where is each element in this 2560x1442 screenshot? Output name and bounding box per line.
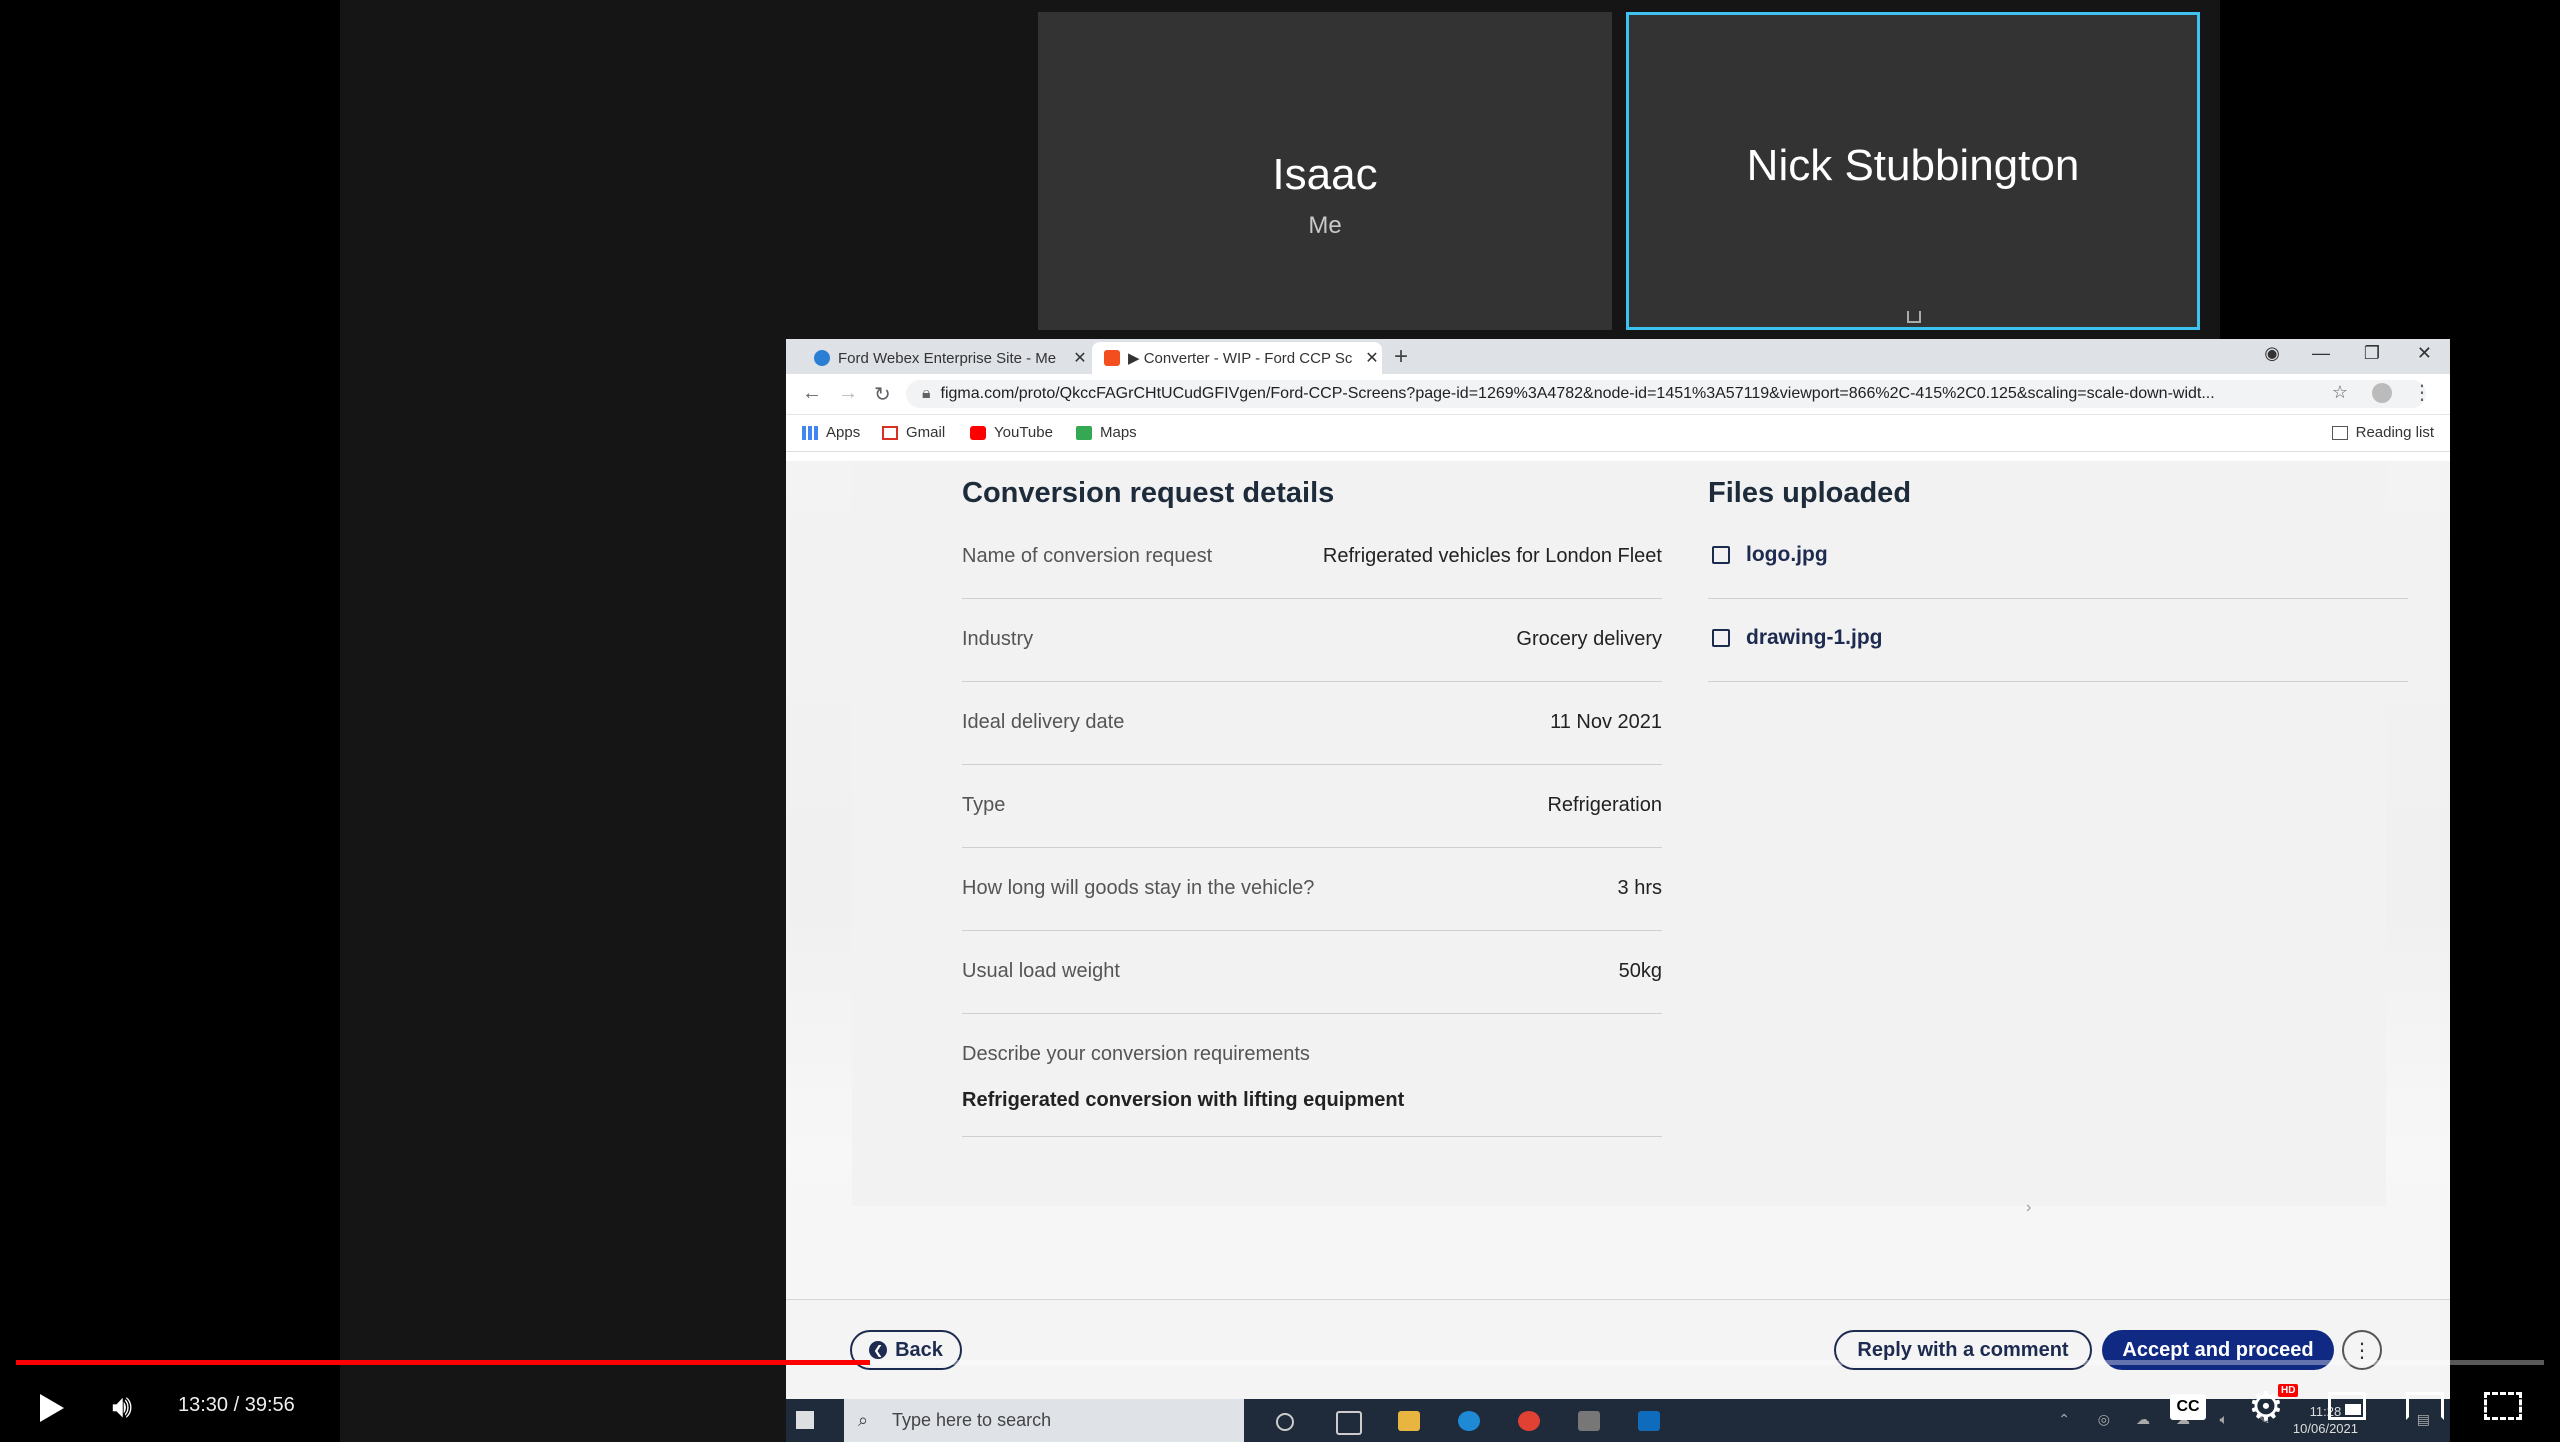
player-controls: 🔊︎ 13:30 / 39:56 CC ⚙ HD [0, 1372, 2560, 1442]
chevron-right-icon: › [2026, 1199, 2032, 1216]
webex-icon [814, 350, 830, 366]
profile-avatar-icon[interactable] [2372, 383, 2392, 403]
reload-icon[interactable]: ↻ [874, 382, 891, 407]
bookmark-youtube[interactable]: YouTube [970, 424, 1053, 441]
tab-title: ▶ Converter - WIP - Ford CCP Sc [1128, 350, 1353, 367]
screen-share-icon [1907, 311, 1921, 323]
participant-tile-isaac: Isaac Me [1038, 12, 1612, 330]
detail-row: Industry Grocery delivery [962, 598, 1662, 682]
back-chevron-icon: ❮ [869, 1341, 888, 1359]
image-file-icon [1712, 546, 1730, 564]
close-tab-icon[interactable]: ✕ [1362, 348, 1382, 368]
row-label: Describe your conversion requirements [962, 1043, 1310, 1065]
bookmark-label: Maps [1100, 424, 1137, 441]
video-stage: Isaac Me Nick Stubbington Ford Webex Ent… [340, 0, 2450, 1442]
url-field[interactable]: 🔒︎ figma.com/proto/QkccFAGrCHtUCudGFIVgen… [906, 380, 2426, 408]
row-value: 11 Nov 2021 [1550, 711, 1662, 733]
file-item[interactable]: drawing-1.jpg [1708, 598, 2408, 682]
minimize-icon[interactable]: — [2312, 343, 2330, 364]
description-row: Describe your conversion requirements Ref… [962, 1013, 1662, 1137]
back-arrow-icon[interactable]: ← [802, 382, 822, 405]
bookmarks-bar: Apps Gmail YouTube Maps Reading list [786, 415, 2450, 452]
row-label: Type [962, 794, 1006, 816]
browser-menu-icon[interactable]: ⋮ [2412, 380, 2432, 405]
bookmark-gmail[interactable]: Gmail [882, 424, 945, 441]
youtube-icon [970, 425, 986, 440]
detail-row: Type Refrigeration [962, 764, 1662, 848]
tab-bar: Ford Webex Enterprise Site - Me ✕ ▶ Conv… [786, 339, 2450, 374]
detail-row: How long will goods stay in the vehicle?… [962, 847, 1662, 931]
row-value: Refrigerated vehicles for London Fleet [1322, 545, 1662, 567]
tab-figma[interactable]: ▶ Converter - WIP - Ford CCP Sc ✕ [1092, 342, 1382, 374]
detail-row: Usual load weight 50kg [962, 930, 1662, 1014]
row-label: Usual load weight [962, 960, 1120, 982]
tab-title: Ford Webex Enterprise Site - Me [838, 349, 1057, 367]
close-window-icon[interactable]: ✕ [2417, 343, 2432, 364]
detail-row: Name of conversion request Refrigerated v… [962, 515, 1662, 599]
bookmark-label: YouTube [994, 424, 1053, 441]
figma-icon [1104, 350, 1120, 366]
row-value: 3 hrs [1617, 877, 1662, 899]
file-item[interactable]: logo.jpg [1708, 515, 2408, 599]
apps-grid-icon [802, 425, 818, 440]
bookmark-maps[interactable]: Maps [1076, 424, 1137, 441]
time-display: 13:30 / 39:56 [178, 1394, 295, 1416]
maps-icon [1076, 425, 1092, 440]
lock-icon: 🔒︎ [922, 385, 931, 402]
bookmark-apps[interactable]: Apps [802, 424, 860, 441]
details-title: Conversion request details [962, 477, 1335, 509]
files-title: Files uploaded [1708, 477, 1912, 509]
address-bar: ← → ↻ 🔒︎ figma.com/proto/QkccFAGrCHtUCudG… [786, 374, 2450, 415]
file-name: drawing-1.jpg [1746, 626, 1883, 649]
participant-tile-nick: Nick Stubbington [1626, 12, 2200, 330]
row-label: Ideal delivery date [962, 711, 1125, 733]
play-icon[interactable] [40, 1394, 64, 1422]
fullscreen-icon[interactable] [2484, 1392, 2522, 1420]
miniplayer-icon[interactable] [2328, 1392, 2366, 1420]
tab-webex[interactable]: Ford Webex Enterprise Site - Me ✕ [802, 342, 1090, 374]
bookmark-star-icon[interactable]: ☆ [2332, 382, 2348, 403]
figma-prototype-page: Conversion request details Files uploade… [786, 461, 2450, 1442]
row-label: Industry [962, 628, 1034, 650]
video-progress-fill [16, 1360, 871, 1365]
restore-icon[interactable]: ❐ [2364, 343, 2380, 364]
browser-window: Ford Webex Enterprise Site - Me ✕ ▶ Conv… [786, 339, 2450, 1442]
detail-row: Ideal delivery date 11 Nov 2021 [962, 681, 1662, 765]
airplay-icon[interactable] [2406, 1392, 2444, 1420]
row-value: 50kg [1618, 960, 1662, 982]
back-label: Back [895, 1338, 943, 1361]
participant-name: Nick Stubbington [1746, 141, 2080, 190]
hd-badge: HD [2278, 1384, 2299, 1397]
gmail-icon [882, 425, 898, 440]
reading-list-icon [2331, 425, 2348, 440]
row-value: Refrigeration [1547, 794, 1662, 816]
row-label: How long will goods stay in the vehicle? [962, 877, 1315, 899]
participant-name: Isaac [1272, 150, 1378, 199]
row-label: Name of conversion request [962, 545, 1213, 567]
captions-button[interactable]: CC [2170, 1394, 2206, 1420]
close-tab-icon[interactable]: ✕ [1070, 348, 1090, 368]
url-text: figma.com/proto/QkccFAGrCHtUCudGFIVgen/F… [940, 385, 2215, 402]
bookmark-label: Gmail [906, 424, 946, 441]
volume-icon[interactable]: 🔊︎ [112, 1388, 132, 1426]
video-progress-bar[interactable] [16, 1360, 2544, 1365]
bookmark-label: Apps [826, 424, 861, 441]
file-name: logo.jpg [1746, 543, 1828, 566]
profile-circle-icon[interactable]: ◉ [2264, 343, 2280, 364]
row-value: Grocery delivery [1516, 628, 1662, 650]
forward-arrow-icon[interactable]: → [838, 382, 858, 405]
participant-subtitle: Me [1308, 212, 1342, 239]
image-file-icon [1712, 629, 1730, 647]
reading-list-label: Reading list [2355, 424, 2434, 441]
request-details-card: Conversion request details Files uploade… [852, 461, 2408, 1206]
row-value: Refrigerated conversion with lifting equ… [962, 1089, 1405, 1111]
reading-list[interactable]: Reading list [2331, 424, 2434, 441]
new-tab-button[interactable]: + [1394, 343, 1408, 371]
